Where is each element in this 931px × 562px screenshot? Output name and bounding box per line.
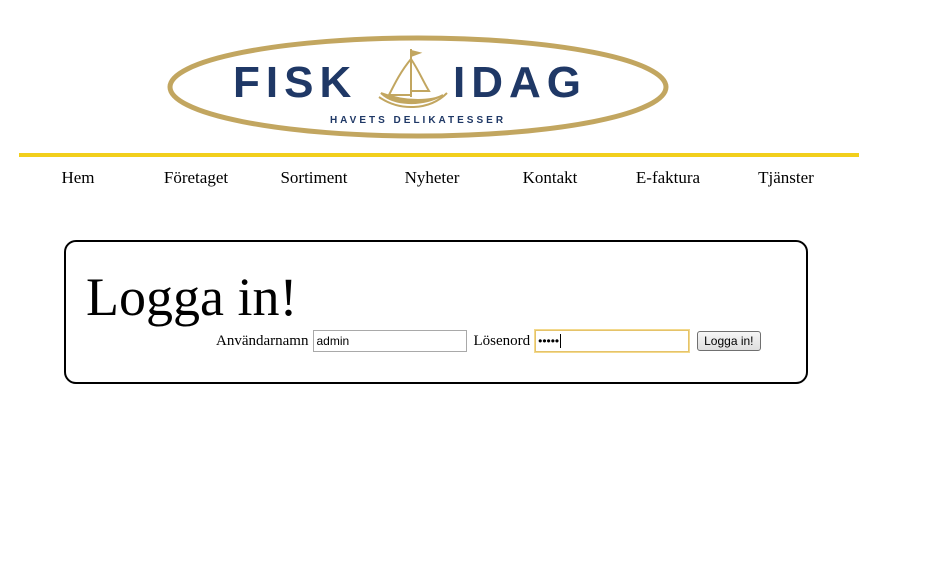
username-input[interactable]: admin bbox=[313, 330, 468, 352]
logo-tagline: HAVETS DELIKATESSER bbox=[329, 115, 507, 126]
header-divider bbox=[19, 153, 859, 157]
logo-word-idag: IDAG bbox=[453, 58, 587, 107]
nav-item-sortiment[interactable]: Sortiment bbox=[255, 168, 373, 188]
login-form: Användarnamn admin Lösenord ••••• Logga … bbox=[216, 330, 761, 352]
text-caret bbox=[560, 334, 562, 348]
nav-item-foretaget[interactable]: Företaget bbox=[137, 168, 255, 188]
main-nav: Hem Företaget Sortiment Nyheter Kontakt … bbox=[19, 168, 845, 188]
login-title: Logga in! bbox=[86, 267, 298, 327]
login-panel: Logga in! Användarnamn admin Lösenord ••… bbox=[64, 240, 808, 384]
nav-item-kontakt[interactable]: Kontakt bbox=[491, 168, 609, 188]
page: FISK IDAG HAVETS DELIKATESSER Hem Företa… bbox=[0, 0, 931, 562]
username-value: admin bbox=[316, 334, 350, 348]
nav-item-efaktura[interactable]: E-faktura bbox=[609, 168, 727, 188]
nav-item-tjanster[interactable]: Tjänster bbox=[727, 168, 845, 188]
logo-word-fisk: FISK bbox=[233, 58, 358, 107]
boat-icon bbox=[378, 49, 448, 109]
username-label: Användarnamn bbox=[216, 332, 309, 349]
password-label: Lösenord bbox=[473, 332, 531, 349]
nav-item-nyheter[interactable]: Nyheter bbox=[373, 168, 491, 188]
password-input[interactable]: ••••• bbox=[535, 330, 690, 352]
password-value: ••••• bbox=[538, 334, 560, 348]
login-button[interactable]: Logga in! bbox=[697, 331, 761, 351]
fiskidag-logo[interactable]: FISK IDAG HAVETS DELIKATESSER bbox=[167, 35, 669, 139]
nav-item-hem[interactable]: Hem bbox=[19, 168, 137, 188]
